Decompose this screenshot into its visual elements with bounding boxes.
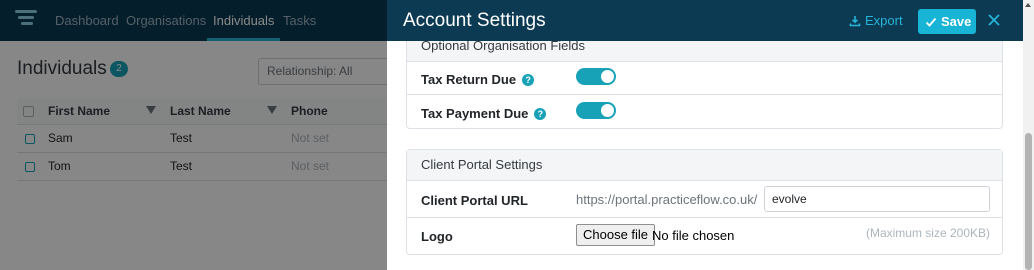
portal-url-row: Client Portal URL https://portal.practic… [407, 181, 1002, 218]
account-settings-panel: Optional Organisation Fields Tax Return … [387, 0, 1023, 270]
download-icon [849, 16, 861, 27]
export-label: Export [865, 13, 903, 28]
help-icon[interactable]: ? [534, 108, 547, 120]
help-icon[interactable]: ? [522, 74, 535, 86]
optional-fields-card: Optional Organisation Fields Tax Return … [406, 30, 1003, 129]
toggle-knob [601, 70, 614, 83]
scroll-up-arrow[interactable] [1025, 3, 1031, 7]
client-portal-card: Client Portal Settings Client Portal URL… [406, 149, 1003, 255]
client-portal-heading: Client Portal Settings [407, 150, 1002, 181]
panel-title: Account Settings [403, 10, 546, 31]
save-button[interactable]: Save [918, 9, 976, 34]
tax-return-label: Tax Return Due [421, 72, 517, 87]
export-button[interactable]: Export [849, 12, 903, 30]
portal-url-input[interactable] [764, 186, 990, 212]
save-label: Save [941, 14, 972, 29]
tax-return-row: Tax Return Due? [407, 62, 1002, 95]
close-icon[interactable] [987, 13, 1001, 27]
portal-url-label: Client Portal URL [421, 193, 528, 208]
logo-label: Logo [421, 229, 453, 244]
max-size-hint: (Maximum size 200KB) [865, 226, 990, 240]
panel-header: Account Settings Export Save [387, 0, 1023, 41]
logo-row: Logo Choose file No file chosen (Maximum… [407, 218, 1002, 254]
no-file-text: No file chosen [652, 228, 735, 243]
check-icon [925, 17, 937, 27]
portal-url-prefix: https://portal.practiceflow.co.uk/ [576, 192, 758, 207]
modal-backdrop[interactable] [0, 0, 387, 270]
tax-payment-label: Tax Payment Due [421, 106, 529, 121]
tax-return-toggle[interactable] [576, 68, 616, 85]
toggle-knob [601, 104, 614, 117]
tax-payment-row: Tax Payment Due? [407, 95, 1002, 129]
scrollbar[interactable] [1023, 0, 1034, 270]
tax-payment-toggle[interactable] [576, 102, 616, 119]
choose-file-button[interactable]: Choose file [576, 224, 656, 246]
scrollbar-thumb[interactable] [1025, 133, 1032, 270]
